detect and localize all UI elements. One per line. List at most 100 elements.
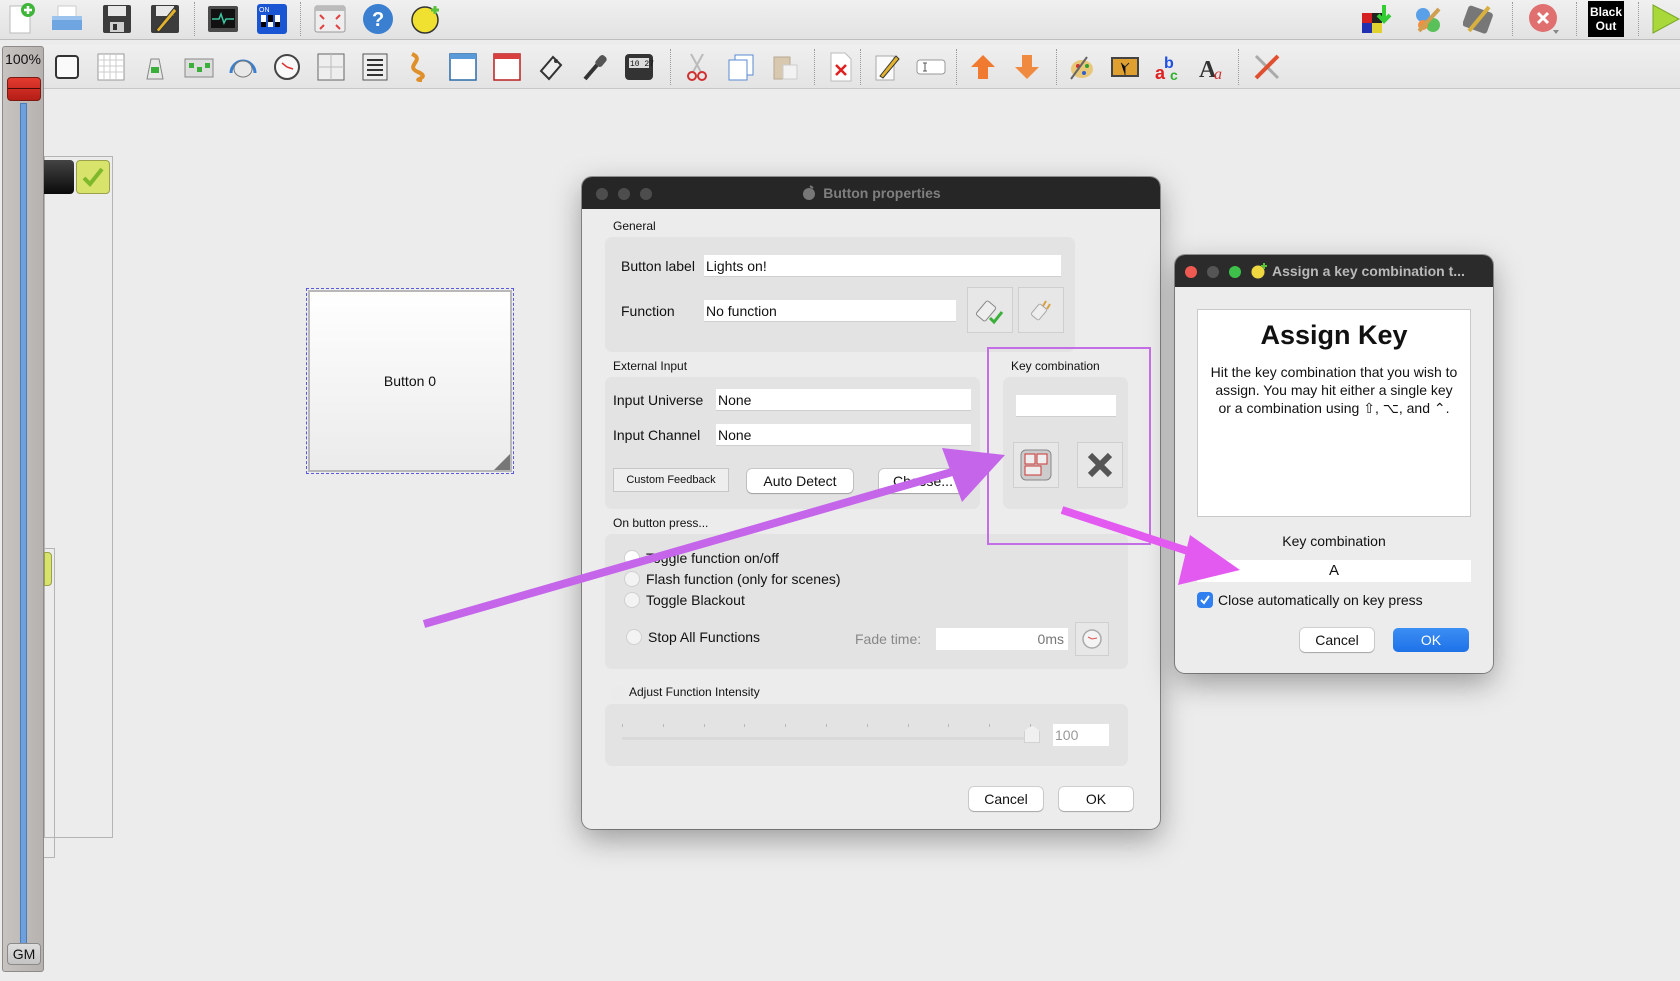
check-icon	[82, 167, 104, 187]
virtual-console-toolbar: 10 27 abc Aa	[44, 45, 1680, 89]
button-label-input[interactable]: Lights on!	[704, 255, 1061, 277]
add-animation-icon[interactable]	[402, 50, 436, 84]
slider-tick	[785, 724, 787, 727]
frame-enable-toggle[interactable]	[76, 160, 110, 194]
design-mode-icon[interactable]	[1412, 2, 1446, 36]
new-workspace-icon[interactable]	[4, 2, 38, 36]
radio-indicator[interactable]	[624, 592, 640, 608]
add-audio-triggers-icon[interactable]	[578, 50, 612, 84]
add-knob-icon[interactable]	[226, 50, 260, 84]
add-button-icon[interactable]	[50, 50, 84, 84]
radio-stop-all[interactable]: Stop All Functions	[626, 629, 760, 645]
help-icon[interactable]: ?	[361, 2, 395, 36]
lower-icon[interactable]	[1010, 50, 1044, 84]
add-slider-icon[interactable]	[138, 50, 172, 84]
add-speed-dial-icon[interactable]	[270, 50, 304, 84]
choose-input-button[interactable]: Choose...	[879, 469, 967, 493]
radio-indicator[interactable]	[626, 629, 642, 645]
radio-toggle-function[interactable]: Toggle function on/off	[624, 550, 779, 566]
load-mode-icon[interactable]	[1360, 2, 1394, 36]
resize-handle[interactable]	[494, 454, 510, 470]
clock-icon	[1082, 629, 1102, 649]
background-image-icon[interactable]	[1108, 50, 1142, 84]
about-icon[interactable]	[409, 2, 443, 36]
inner-frame-widget[interactable]	[44, 548, 55, 858]
virtual-console-settings-icon[interactable]	[1250, 50, 1284, 84]
auto-close-label: Close automatically on key press	[1218, 592, 1423, 608]
radio-flash-function[interactable]: Flash function (only for scenes)	[624, 571, 841, 587]
slider-tick	[826, 724, 827, 727]
add-cue-list-icon[interactable]	[358, 50, 392, 84]
grand-master-panel: 100% GM	[2, 46, 44, 972]
main-toolbar: ON ? Black Out	[0, 0, 1680, 40]
rename-icon[interactable]	[914, 50, 948, 84]
close-window-button[interactable]	[1185, 266, 1197, 278]
open-workspace-icon[interactable]	[50, 2, 84, 36]
auto-close-checkbox[interactable]	[1197, 592, 1213, 608]
key-combination-display[interactable]: A	[1197, 560, 1471, 582]
blackout-icon[interactable]: Black Out	[1588, 1, 1624, 37]
radio-indicator[interactable]	[624, 571, 640, 587]
zoom-window-button[interactable]	[640, 188, 652, 200]
slider-tick	[622, 724, 623, 727]
slider-tick	[989, 724, 991, 727]
attach-function-button[interactable]	[967, 287, 1013, 333]
copy-icon[interactable]	[724, 50, 758, 84]
assign-key-cancel-button[interactable]: Cancel	[1300, 628, 1374, 652]
slider-tick	[744, 724, 746, 727]
font-icon[interactable]: Aa	[1196, 50, 1230, 84]
custom-feedback-button[interactable]: Custom Feedback	[613, 468, 729, 492]
dmx-monitor-icon[interactable]	[206, 2, 240, 36]
frame-collapse-handle[interactable]	[44, 160, 74, 194]
add-button-matrix-icon[interactable]	[94, 50, 128, 84]
fade-time-input[interactable]: 0ms	[936, 628, 1068, 650]
ok-button[interactable]: OK	[1059, 787, 1133, 811]
assign-key-ok-button[interactable]: OK	[1393, 628, 1469, 652]
vc-button-widget[interactable]: Button 0	[306, 288, 514, 474]
intensity-value-input[interactable]: 100	[1053, 724, 1109, 746]
delete-icon[interactable]	[824, 50, 858, 84]
auto-detect-button[interactable]: Auto Detect	[747, 469, 853, 493]
minimize-window-button[interactable]	[1207, 266, 1219, 278]
add-solo-frame-icon[interactable]	[490, 50, 524, 84]
add-xy-pad-icon[interactable]	[314, 50, 348, 84]
zoom-window-button[interactable]	[1229, 266, 1241, 278]
play-icon[interactable]	[1648, 2, 1680, 36]
address-tool-icon[interactable]: ON	[255, 2, 289, 36]
add-clock-icon[interactable]: 10 27	[622, 50, 656, 84]
slider-tick	[662, 724, 664, 727]
paste-icon[interactable]	[768, 50, 802, 84]
operate-mode-icon[interactable]	[1462, 2, 1496, 36]
detach-function-button[interactable]	[1018, 287, 1064, 333]
fullscreen-icon[interactable]	[313, 2, 347, 36]
save-as-icon[interactable]	[148, 2, 182, 36]
key-combination-caption: Key combination	[1282, 533, 1386, 549]
grand-master-mode-button[interactable]: GM	[7, 943, 41, 965]
minimize-window-button[interactable]	[618, 188, 630, 200]
assign-key-titlebar: Assign a key combination t...	[1175, 255, 1493, 287]
grand-master-track[interactable]	[20, 103, 27, 945]
add-label-icon[interactable]	[534, 50, 568, 84]
add-frame-icon[interactable]	[446, 50, 480, 84]
cancel-button[interactable]: Cancel	[969, 787, 1043, 811]
vc-button-label: Button 0	[383, 373, 437, 389]
fade-time-speed-dial-button[interactable]	[1075, 622, 1109, 656]
assign-key-info-panel: Assign Key Hit the key combination that …	[1197, 309, 1471, 517]
assign-key-heading: Assign Key	[1260, 320, 1408, 350]
radio-toggle-blackout[interactable]: Toggle Blackout	[624, 592, 745, 608]
font-color-icon[interactable]: abc	[1152, 50, 1186, 84]
adjust-intensity-checkbox[interactable]	[611, 686, 625, 700]
stop-all-icon[interactable]	[1527, 2, 1561, 36]
cut-icon[interactable]	[680, 50, 714, 84]
edit-properties-icon[interactable]	[870, 50, 904, 84]
save-workspace-icon[interactable]	[100, 2, 134, 36]
radio-label: Stop All Functions	[648, 629, 761, 645]
grand-master-slider-handle[interactable]	[7, 77, 41, 101]
inner-frame-handle[interactable]	[44, 552, 52, 586]
close-window-button[interactable]	[596, 188, 608, 200]
raise-icon[interactable]	[966, 50, 1000, 84]
radio-indicator[interactable]	[624, 550, 640, 566]
intensity-slider-track[interactable]	[622, 737, 1040, 740]
add-slider-matrix-icon[interactable]	[182, 50, 216, 84]
background-color-icon[interactable]	[1064, 50, 1098, 84]
